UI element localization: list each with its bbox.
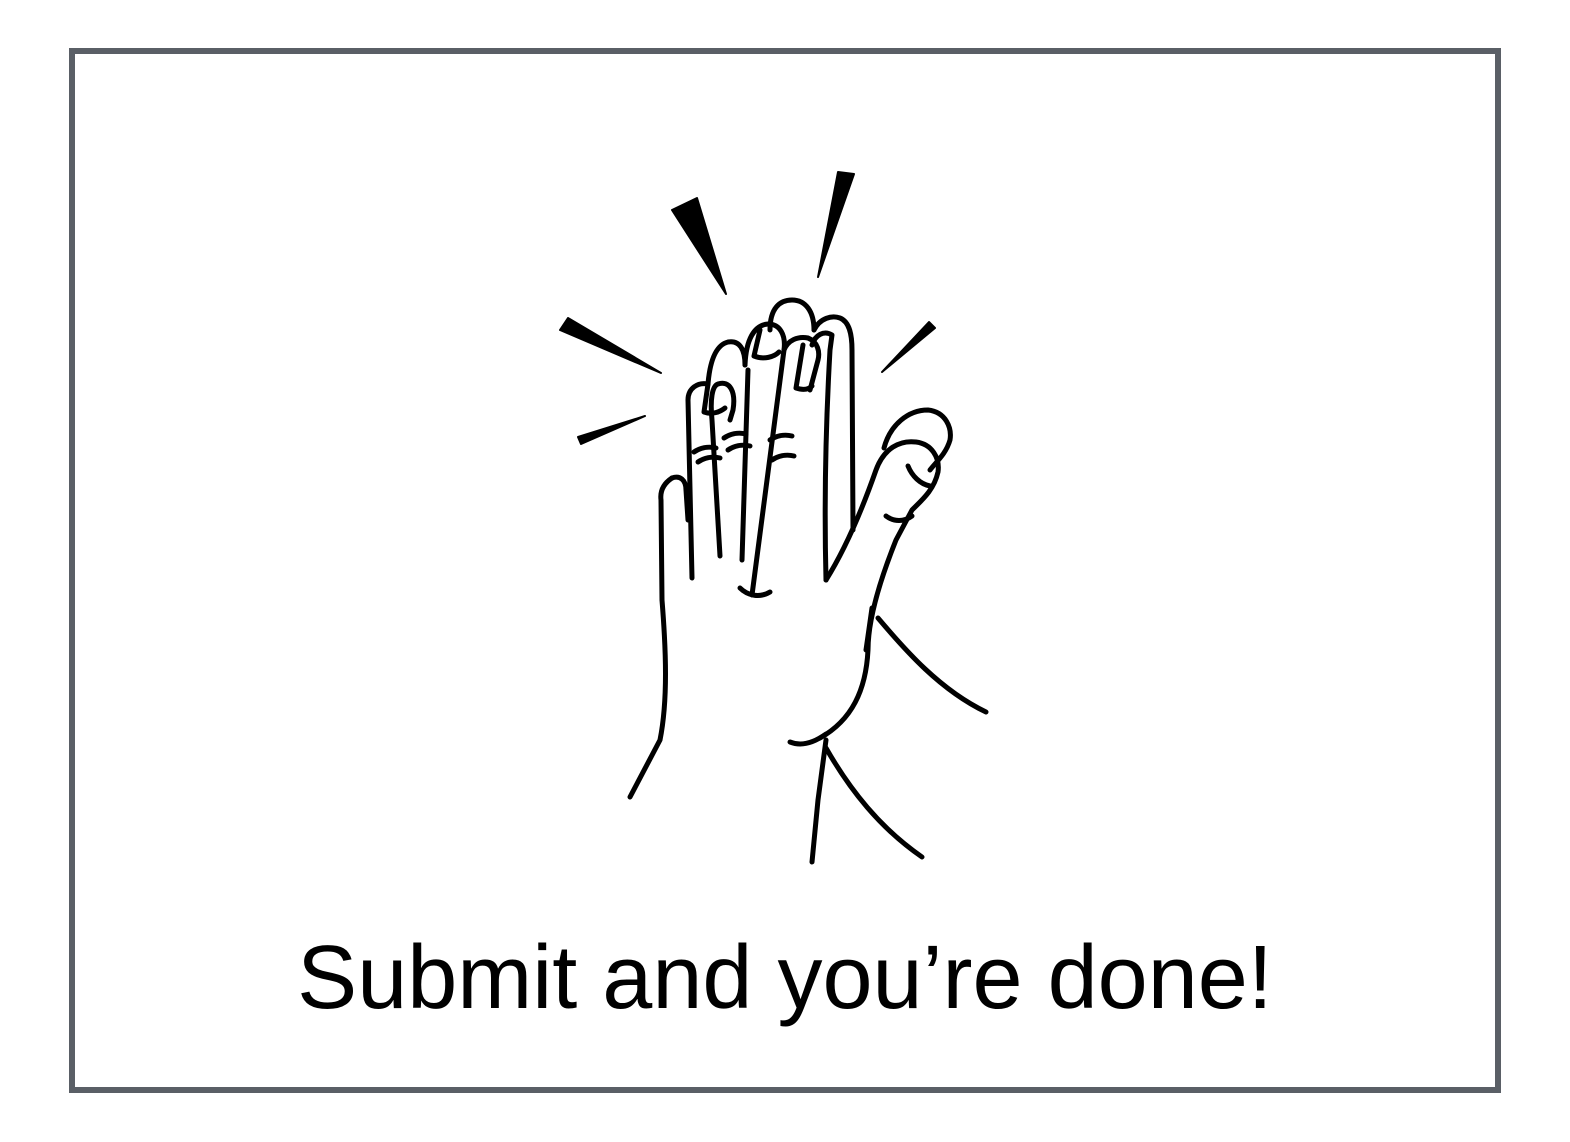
back-hand bbox=[767, 297, 989, 860]
completion-message: Submit and you’re done! bbox=[297, 928, 1273, 1028]
page: Submit and you’re done! bbox=[0, 0, 1570, 1142]
front-hand bbox=[627, 321, 941, 865]
